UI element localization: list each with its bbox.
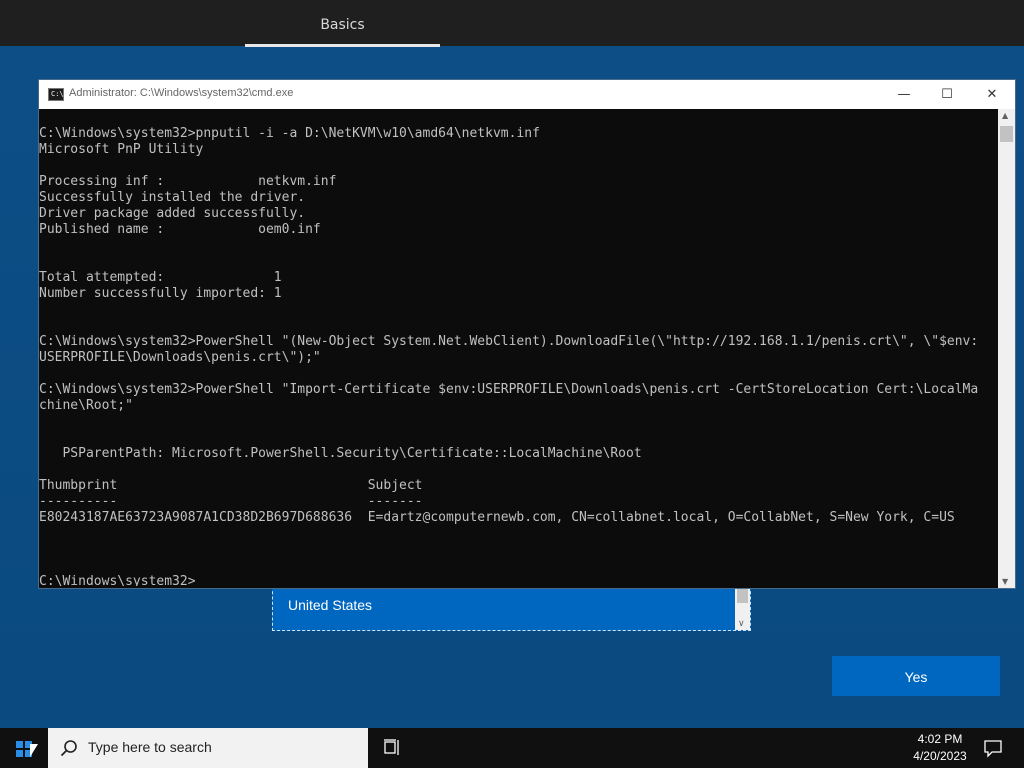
clock-date: 4/20/2023 [913,749,967,763]
close-button[interactable]: ✕ [969,80,1015,109]
yes-button[interactable]: Yes [832,656,1000,696]
minimize-button[interactable]: — [881,80,927,109]
search-box[interactable]: Type here to search [48,728,368,768]
mouse-cursor-icon [30,744,38,757]
chevron-down-icon[interactable]: ∨ [738,619,745,629]
task-view-icon [384,739,399,755]
cmd-icon-label: C:\ [51,90,64,98]
tab-basics[interactable]: Basics [245,0,440,46]
scrollbar-thumb[interactable] [737,589,748,603]
country-list-scrollbar[interactable]: ∨ [735,587,750,630]
oobe-header: Basics [0,0,1024,47]
console-scrollbar[interactable]: ▲ ▼ [998,109,1015,588]
task-view-button[interactable] [378,728,408,768]
maximize-button[interactable]: ☐ [924,80,970,109]
cmd-titlebar[interactable]: C:\ Administrator: C:\Windows\system32\c… [39,80,1015,109]
country-list[interactable]: United States ∨ [272,586,751,631]
search-placeholder: Type here to search [88,739,212,755]
notification-icon [984,740,1002,758]
scroll-down-icon[interactable]: ▼ [1002,577,1008,586]
window-title: Administrator: C:\Windows\system32\cmd.e… [69,87,294,99]
notification-button[interactable] [978,728,1008,768]
scroll-up-icon[interactable]: ▲ [1002,111,1008,120]
cmd-icon[interactable]: C:\ [48,88,64,101]
search-icon [60,740,77,757]
clock-time: 4:02 PM [917,732,963,746]
country-list-item-selected[interactable]: United States [288,597,372,613]
cmd-window[interactable]: C:\ Administrator: C:\Windows\system32\c… [38,79,1016,589]
taskbar: Type here to search 4:02 PM 4/20/2023 [0,728,1024,768]
start-button[interactable] [0,728,48,768]
scrollbar-thumb[interactable] [1000,126,1013,142]
system-clock[interactable]: 4:02 PM 4/20/2023 [900,731,980,765]
console-output[interactable]: C:\Windows\system32>pnputil -i -a D:\Net… [39,126,999,586]
